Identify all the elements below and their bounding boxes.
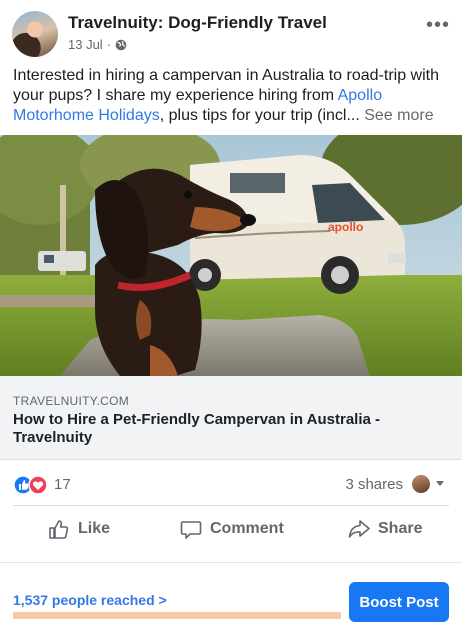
reach-link[interactable]: 1,537 people reached > xyxy=(13,592,167,608)
post-meta: 13 Jul · xyxy=(68,37,127,52)
link-title[interactable]: How to Hire a Pet-Friendly Campervan in … xyxy=(13,411,443,447)
post-date[interactable]: 13 Jul xyxy=(68,37,103,52)
see-more-link[interactable]: See more xyxy=(360,107,433,124)
like-button[interactable]: Like xyxy=(48,508,110,550)
share-icon xyxy=(348,520,370,538)
share-label: Share xyxy=(378,520,423,537)
post-text-rest: , plus tips for your trip (incl... xyxy=(159,107,360,124)
reactions-bar: 17 3 shares xyxy=(0,470,462,500)
reactions-count[interactable]: 17 xyxy=(54,476,71,493)
comment-icon xyxy=(180,521,202,539)
page-name[interactable]: Travelnuity: Dog-Friendly Travel xyxy=(68,13,327,33)
divider xyxy=(13,505,449,506)
chevron-down-icon[interactable] xyxy=(435,478,445,488)
like-label: Like xyxy=(78,520,111,537)
globe-icon xyxy=(115,39,127,50)
section-separator xyxy=(0,562,462,563)
shares-count[interactable]: 3 shares xyxy=(345,476,403,493)
ellipsis-icon[interactable]: ••• xyxy=(426,14,450,37)
boost-post-button[interactable]: Boost Post xyxy=(349,582,449,622)
love-icon xyxy=(28,475,48,495)
reach-progress-bar xyxy=(13,612,341,619)
thumbs-up-icon xyxy=(49,520,69,539)
avatar[interactable] xyxy=(412,475,430,493)
reach-text: 1,537 people reached xyxy=(13,592,155,608)
link-preview-card[interactable]: TRAVELNUITY.COM How to Hire a Pet-Friend… xyxy=(0,376,462,460)
link-domain: TRAVELNUITY.COM xyxy=(13,394,130,408)
dachshund-campervan-photo: apollo xyxy=(0,135,462,376)
reaction-icons[interactable] xyxy=(13,475,49,495)
link-preview-image[interactable]: apollo xyxy=(0,135,462,376)
svg-text:apollo: apollo xyxy=(328,220,363,234)
post-text: Interested in hiring a campervan in Aust… xyxy=(13,66,451,126)
comment-label: Comment xyxy=(210,520,284,537)
post-header: Travelnuity: Dog-Friendly Travel 13 Jul … xyxy=(0,0,462,62)
share-button[interactable]: Share xyxy=(348,508,422,550)
action-bar: Like Comment Share xyxy=(0,508,462,550)
chevron-right-icon: > xyxy=(158,592,167,608)
comment-button[interactable]: Comment xyxy=(180,508,284,550)
page-avatar[interactable] xyxy=(12,11,58,57)
meta-separator: · xyxy=(106,37,112,52)
